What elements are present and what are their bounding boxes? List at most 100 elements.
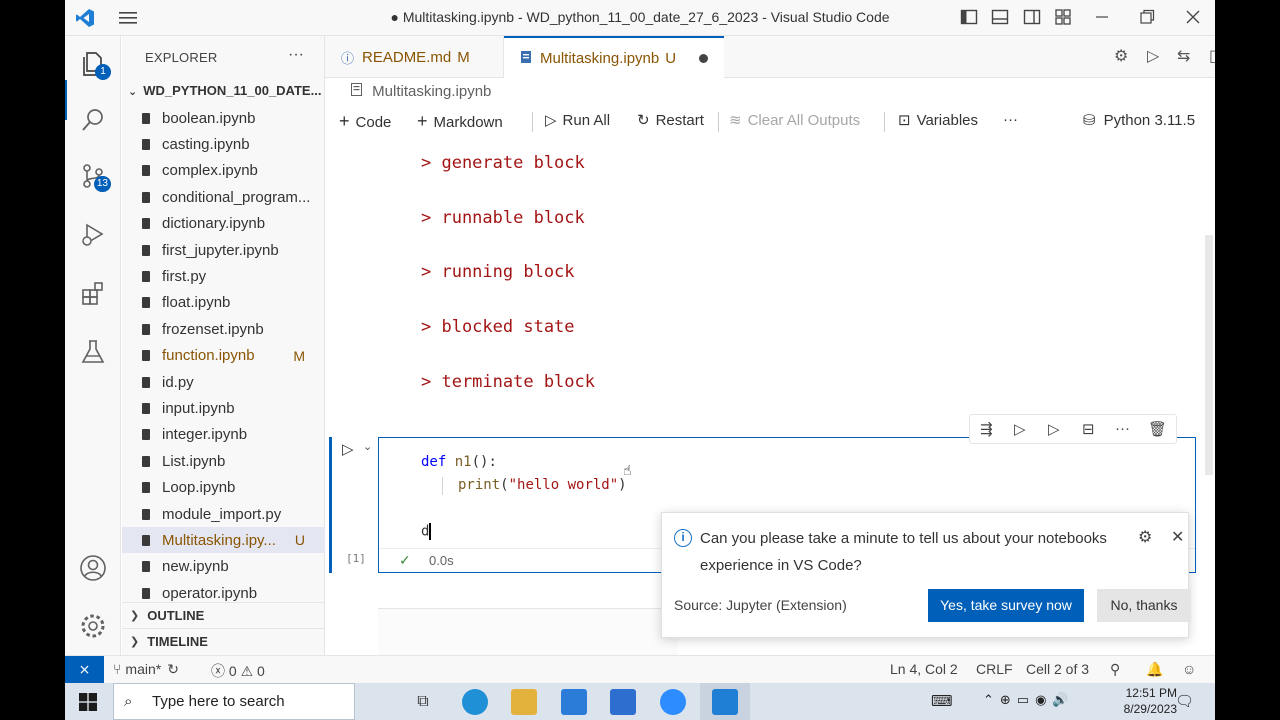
file-item[interactable]: List.ipynb	[122, 448, 325, 474]
close-window-icon[interactable]	[1183, 8, 1203, 28]
file-item[interactable]: casting.ipynb	[122, 131, 325, 157]
file-item[interactable]: function.ipynb M	[122, 343, 325, 369]
timeline-section[interactable]: ❯ TIMELINE	[122, 628, 325, 654]
explorer-icon[interactable]: 1	[73, 44, 113, 84]
unsaved-dot-icon[interactable]	[699, 54, 708, 63]
keyboard-icon[interactable]: ⌨	[931, 692, 953, 710]
system-tray-icons[interactable]: ⌃⊕▭◉🔊	[983, 692, 1075, 708]
remote-indicator-icon[interactable]: ⨯	[65, 656, 104, 683]
restore-icon[interactable]	[1137, 8, 1157, 28]
mail-icon[interactable]	[610, 689, 636, 715]
execute-below-icon[interactable]: ▷	[1048, 420, 1060, 438]
breadcrumb[interactable]: Multitasking.ipynb	[351, 83, 491, 100]
kernel-picker[interactable]: ⛁ Python 3.11.5	[1083, 111, 1195, 129]
split-editor-icon[interactable]: ◫	[1209, 46, 1215, 66]
status-bar: ⨯ ⑂ main* ↻ ⓧ 0 ⚠ 0 Ln 4, Col 2 CRLF Cell …	[65, 655, 1215, 683]
file-item[interactable]: complex.ipynb	[122, 158, 325, 184]
vscode-taskbar-button[interactable]	[700, 683, 750, 720]
file-item[interactable]: id.py	[122, 369, 325, 395]
run-icon[interactable]: ▷	[1147, 46, 1159, 66]
file-item[interactable]: conditional_program...	[122, 184, 325, 210]
menu-icon[interactable]	[118, 8, 138, 28]
tab-readme-status: M	[457, 48, 470, 66]
toggle-secondary-sidebar-icon[interactable]	[1022, 8, 1042, 28]
add-markdown-cell-button[interactable]: + Markdown	[417, 111, 503, 132]
minimize-icon[interactable]	[1092, 8, 1112, 28]
delete-cell-icon[interactable]: 🗑	[1148, 420, 1167, 438]
file-icon	[142, 323, 150, 335]
tab-readme[interactable]: ⓘ README.md M	[325, 36, 504, 78]
task-view-icon[interactable]: ⧉	[410, 689, 436, 715]
file-item[interactable]: integer.ipynb	[122, 422, 325, 448]
run-debug-icon[interactable]	[73, 214, 113, 254]
windows-start-icon[interactable]	[79, 693, 97, 714]
close-icon[interactable]: ✕	[1171, 527, 1184, 547]
outline-section[interactable]: ❯ OUTLINE	[122, 602, 325, 628]
file-item[interactable]: first_jupyter.ipynb	[122, 237, 325, 263]
file-item[interactable]: dictionary.ipynb	[122, 211, 325, 237]
def-rest: ():	[471, 454, 497, 470]
customize-layout-icon[interactable]	[1053, 8, 1073, 28]
activity-bar: 1 13	[65, 36, 121, 655]
clear-all-icon: ≋	[729, 112, 742, 129]
feedback-icon[interactable]: ☺	[1182, 661, 1196, 677]
execution-count: [1]	[346, 552, 366, 565]
live-share-icon[interactable]: ⚲	[1110, 661, 1120, 678]
file-item[interactable]: frozenset.ipynb	[122, 316, 325, 342]
microsoft-store-icon[interactable]	[561, 689, 587, 715]
run-all-button[interactable]: ▷ Run All	[545, 111, 610, 129]
function-name: n1	[454, 454, 472, 470]
more-actions-icon[interactable]: ···	[288, 46, 304, 64]
indent-guide	[442, 477, 443, 495]
file-item[interactable]: module_import.py	[122, 501, 325, 527]
file-explorer-icon[interactable]	[511, 689, 537, 715]
scrollbar-thumb[interactable]	[1205, 235, 1213, 475]
compare-changes-icon[interactable]: ⇆	[1177, 46, 1190, 66]
line-ending[interactable]: CRLF	[976, 661, 1013, 677]
clear-all-outputs-button[interactable]: ≋ Clear All Outputs	[729, 111, 860, 129]
run-cell-icon[interactable]: ▷	[342, 440, 354, 458]
account-icon[interactable]	[73, 548, 113, 588]
settings-gear-icon[interactable]	[73, 606, 113, 646]
file-item[interactable]: new.ipynb	[122, 554, 325, 580]
run-above-icon[interactable]: ⇶	[980, 420, 993, 438]
extensions-icon[interactable]	[73, 274, 113, 314]
take-survey-button[interactable]: Yes, take survey now	[928, 589, 1084, 622]
file-item[interactable]: float.ipynb	[122, 290, 325, 316]
restart-button[interactable]: ↻ Restart	[637, 111, 704, 129]
taskbar-clock[interactable]: 12:51 PM 8/29/2023	[1124, 685, 1177, 717]
search-icon[interactable]	[73, 100, 113, 140]
branch-status[interactable]: ⑂ main* ↻	[113, 661, 179, 678]
no-thanks-button[interactable]: No, thanks	[1097, 589, 1191, 622]
more-actions-icon[interactable]: ···	[1115, 420, 1130, 437]
file-item[interactable]: boolean.ipynb	[122, 105, 325, 131]
file-item[interactable]: Loop.ipynb	[122, 475, 325, 501]
run-options-chevron-icon[interactable]: ⌄	[363, 440, 372, 453]
zoom-icon[interactable]	[660, 689, 686, 715]
workspace-folder[interactable]: ⌄ WD_PYTHON_11_00_DATE...	[128, 83, 321, 98]
toggle-primary-sidebar-icon[interactable]	[959, 8, 979, 28]
file-item[interactable]: first.py	[122, 263, 325, 289]
edge-browser-icon[interactable]	[462, 689, 488, 715]
empty-cell-area[interactable]	[378, 608, 678, 655]
cell-indicator[interactable]: Cell 2 of 3	[1026, 661, 1089, 677]
taskbar-search[interactable]: ⌕ Type here to search	[113, 683, 355, 720]
notifications-bell-icon[interactable]: 🔔	[1146, 661, 1163, 678]
file-item[interactable]: Multitasking.ipy... U	[122, 527, 325, 554]
notification-center-icon[interactable]: 🗨	[1175, 692, 1194, 710]
markdown-line: > running block	[421, 262, 575, 282]
problems-status[interactable]: ⓧ 0 ⚠ 0	[211, 661, 265, 681]
variables-button[interactable]: ⊡ Variables	[898, 111, 978, 129]
cursor-position[interactable]: Ln 4, Col 2	[890, 661, 958, 677]
file-item[interactable]: input.ipynb	[122, 395, 325, 421]
source-control-icon[interactable]: 13	[73, 156, 113, 196]
notebook-settings-gear-icon[interactable]: ⚙	[1114, 46, 1128, 66]
execute-above-icon[interactable]: ▷	[1014, 420, 1026, 438]
tab-multitasking[interactable]: Multitasking.ipynb U	[504, 36, 724, 78]
add-code-cell-button[interactable]: + Code	[339, 111, 391, 132]
testing-icon[interactable]	[73, 332, 113, 372]
toggle-panel-icon[interactable]	[990, 8, 1010, 28]
more-actions-icon[interactable]: ···	[1003, 111, 1018, 128]
notification-settings-gear-icon[interactable]: ⚙	[1138, 527, 1152, 547]
split-cell-icon[interactable]: ⊟	[1082, 420, 1095, 438]
